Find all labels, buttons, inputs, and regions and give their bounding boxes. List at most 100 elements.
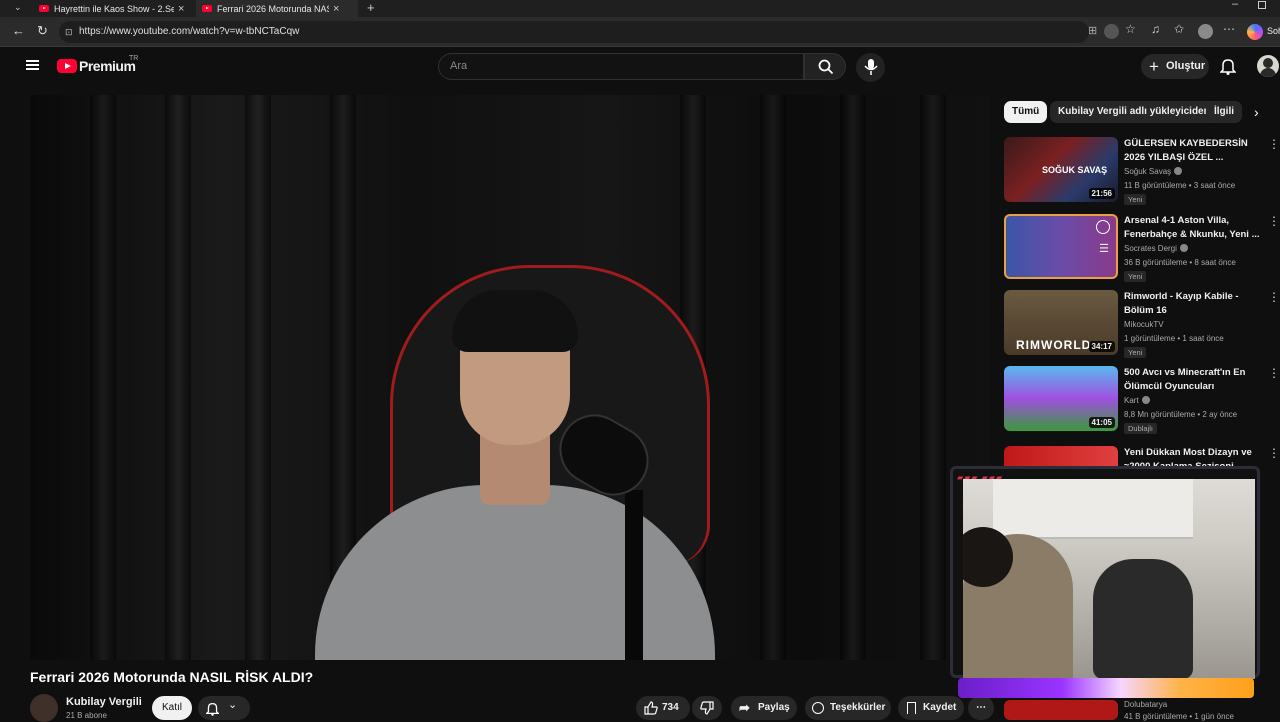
- thanks-button[interactable]: Teşekkürler: [805, 696, 891, 720]
- thumbs-down-icon: [700, 701, 714, 715]
- logo-text[interactable]: Premium: [79, 58, 136, 74]
- back-arrow-icon[interactable]: ←: [12, 23, 25, 38]
- favorite-star-icon[interactable]: ☆: [1125, 22, 1136, 36]
- tab-label: Ferrari 2026 Motorunda NASIL: [217, 3, 329, 14]
- recommendation-channel[interactable]: Kart: [1124, 396, 1139, 405]
- microphone-icon: [864, 59, 878, 75]
- recommendation-title[interactable]: Rimworld - Kayıp Kabile - Bölüm 16: [1124, 290, 1264, 318]
- video-title: Ferrari 2026 Motorunda NASIL RİSK ALDI?: [30, 669, 314, 685]
- duration-badge: 21:56: [1088, 188, 1115, 199]
- share-label: Paylaş: [758, 702, 790, 713]
- url-text: https://www.youtube.com/watch?v=w-tbNCTa…: [79, 26, 300, 37]
- vpn-icon[interactable]: [1104, 24, 1119, 39]
- bookmark-icon: [907, 702, 916, 714]
- super-thanks-icon: [812, 702, 824, 714]
- url-field[interactable]: ⊡ https://www.youtube.com/watch?v=w-tbNC…: [59, 21, 1089, 43]
- create-button[interactable]: + Oluştur: [1141, 54, 1209, 79]
- like-button[interactable]: 734: [636, 696, 690, 720]
- music-note-icon[interactable]: ♫: [1151, 22, 1160, 36]
- recommendation-meta: 36 B görüntüleme • 8 saat önce: [1124, 258, 1236, 267]
- tab-list-dropdown-icon[interactable]: ⌄: [14, 2, 22, 13]
- menu-icon[interactable]: [26, 60, 39, 70]
- more-vertical-icon[interactable]: ⋮: [1268, 137, 1280, 151]
- recommendation-meta: 11 B görüntüleme • 3 saat önce: [1124, 181, 1236, 190]
- new-tab-icon[interactable]: +: [367, 0, 375, 15]
- clock-icon[interactable]: [1096, 220, 1110, 234]
- video-thumbnail[interactable]: ☰: [1004, 214, 1118, 279]
- share-button[interactable]: ➦ Paylaş: [731, 696, 797, 720]
- verified-icon: [1179, 244, 1188, 252]
- search-button[interactable]: [804, 53, 846, 80]
- voice-search-button[interactable]: [856, 53, 885, 82]
- recommendation-item[interactable]: RIMWORLD 34:17 Rimworld - Kayıp Kabile -…: [1004, 290, 1280, 360]
- youtube-favicon-icon: [39, 5, 49, 12]
- window-restore-icon[interactable]: [1258, 1, 1266, 9]
- webcam-overlay: ▰▰▰ ▰▰▰: [950, 466, 1260, 704]
- more-vertical-icon[interactable]: ⋮: [1268, 446, 1280, 460]
- video-thumbnail[interactable]: RIMWORLD 34:17: [1004, 290, 1118, 355]
- duration-badge: 34:17: [1088, 341, 1115, 352]
- chevron-right-icon[interactable]: ›: [1254, 104, 1259, 120]
- more-vertical-icon[interactable]: ⋮: [1268, 290, 1280, 304]
- recommendation-item[interactable]: ☰ Arsenal 4-1 Aston Villa, Fenerbahçe & …: [1004, 214, 1280, 284]
- new-badge: Yeni: [1124, 271, 1147, 282]
- browser-tab-strip: ⌄ Hayrettin ile Kaos Show - 2.Sezon × Fe…: [0, 0, 1280, 17]
- recommendation-meta: 1 görüntüleme • 1 saat önce: [1124, 334, 1224, 343]
- recommendation-meta: 8,8 Mn görüntüleme • 2 ay önce: [1124, 410, 1238, 419]
- country-code: TR: [129, 55, 139, 62]
- reload-icon[interactable]: ↻: [37, 23, 48, 39]
- video-thumbnail[interactable]: 41:05: [1004, 366, 1118, 431]
- duration-badge: 41:05: [1088, 417, 1115, 428]
- verified-icon: [1141, 396, 1150, 404]
- create-label: Oluştur: [1166, 60, 1206, 72]
- browser-tab-1[interactable]: Hayrettin ile Kaos Show - 2.Sezon ×: [33, 0, 195, 17]
- channel-name[interactable]: Kubilay Vergili: [66, 696, 142, 708]
- recommendation-title[interactable]: GÜLERSEN KAYBEDERSİN 2026 YILBAŞI ÖZEL .…: [1124, 137, 1264, 165]
- thanks-label: Teşekkürler: [830, 702, 886, 713]
- notifications-bell-icon[interactable]: [1220, 57, 1236, 75]
- account-avatar[interactable]: [1257, 55, 1279, 77]
- video-thumbnail[interactable]: SOĞUK SAVAŞ 21:56: [1004, 137, 1118, 202]
- recommendation-title[interactable]: 500 Avcı vs Minecraft'ın En Ölümcül Oyun…: [1124, 366, 1264, 394]
- recommendation-channel[interactable]: Socrates Dergi: [1124, 244, 1177, 253]
- new-badge: Yeni: [1124, 347, 1147, 358]
- more-vertical-icon[interactable]: ⋮: [1268, 366, 1280, 380]
- subscribe-notifications-button[interactable]: ⌄: [198, 696, 250, 720]
- window-minimize-icon[interactable]: –: [1232, 0, 1238, 10]
- copilot-icon[interactable]: [1247, 24, 1263, 40]
- dubbed-badge: Dublajlı: [1124, 423, 1158, 434]
- share-arrow-icon: ➦: [739, 700, 750, 715]
- recommendation-title[interactable]: Arsenal 4-1 Aston Villa, Fenerbahçe & Nk…: [1124, 214, 1264, 242]
- close-tab-icon[interactable]: ×: [333, 3, 339, 15]
- youtube-logo-icon[interactable]: [57, 59, 77, 73]
- more-vertical-icon[interactable]: ⋮: [1268, 214, 1280, 228]
- collections-star-icon[interactable]: ✩: [1174, 22, 1184, 36]
- verified-icon: [1174, 167, 1183, 175]
- recommendation-channel[interactable]: MikocukTV: [1124, 320, 1164, 329]
- recommendation-item[interactable]: 41:05 500 Avcı vs Minecraft'ın En Ölümcü…: [1004, 366, 1280, 436]
- queue-icon[interactable]: ☰: [1099, 242, 1109, 255]
- dislike-button[interactable]: [692, 696, 722, 720]
- site-info-icon[interactable]: ⊡: [65, 21, 73, 43]
- webcam-feed: [963, 479, 1255, 679]
- search-input[interactable]: Ara: [438, 53, 804, 80]
- chip-related[interactable]: İlgili: [1206, 101, 1242, 123]
- channel-avatar[interactable]: [30, 694, 58, 722]
- close-tab-icon[interactable]: ×: [178, 3, 184, 15]
- chip-from-uploader[interactable]: Kubilay Vergili adlı yükleyiciden: [1050, 101, 1218, 123]
- youtube-header: Premium TR Ara + Oluştur: [0, 47, 1280, 89]
- profile-avatar-icon[interactable]: [1198, 24, 1213, 39]
- video-player[interactable]: [30, 95, 990, 660]
- more-options-icon[interactable]: ⋯: [1223, 22, 1235, 36]
- bell-icon: [206, 702, 219, 716]
- recommendation-channel[interactable]: Soğuk Savaş: [1124, 167, 1171, 176]
- new-badge: Yeni: [1124, 194, 1147, 205]
- copilot-label: Soh: [1267, 26, 1280, 36]
- browser-tab-2[interactable]: Ferrari 2026 Motorunda NASIL ×: [196, 0, 358, 17]
- webcam-frame: ▰▰▰ ▰▰▰: [950, 466, 1260, 679]
- extension-icon[interactable]: ⊞: [1088, 24, 1097, 37]
- recommendation-item[interactable]: SOĞUK SAVAŞ 21:56 GÜLERSEN KAYBEDERSİN 2…: [1004, 137, 1280, 207]
- join-button[interactable]: Katıl: [152, 696, 192, 720]
- thumbs-up-icon: [644, 701, 658, 715]
- chip-all[interactable]: Tümü: [1004, 101, 1048, 123]
